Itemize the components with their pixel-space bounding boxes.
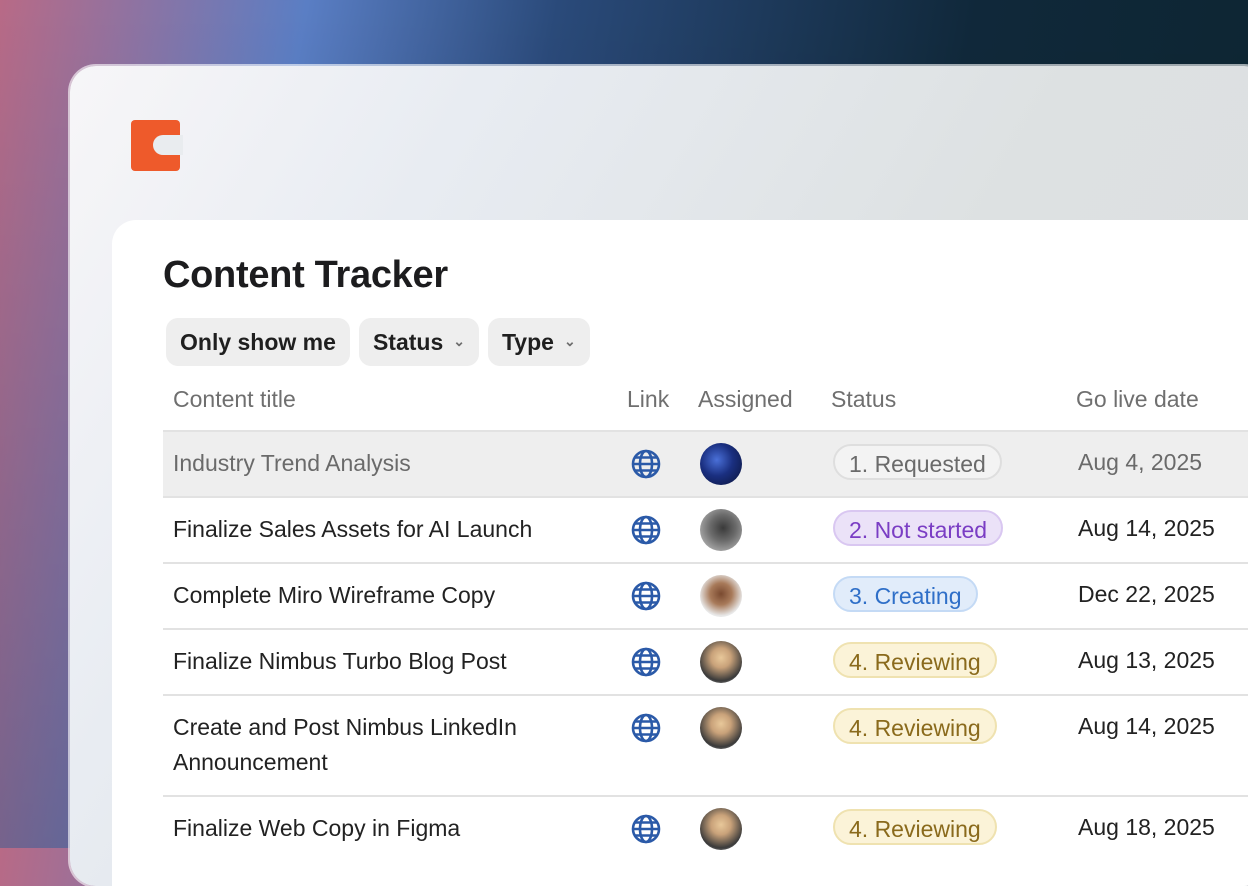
column-header-content-title[interactable]: Content title: [173, 386, 296, 413]
row-content-title[interactable]: Industry Trend Analysis: [173, 446, 593, 481]
globe-icon[interactable]: [630, 712, 662, 744]
avatar[interactable]: [700, 575, 742, 617]
coda-logo[interactable]: [131, 120, 183, 171]
row-go-live-date[interactable]: Dec 22, 2025: [1078, 581, 1215, 608]
row-content-title[interactable]: Finalize Sales Assets for AI Launch: [173, 512, 593, 547]
avatar[interactable]: [700, 707, 742, 749]
content-table: Content title Link Assigned Status Go li…: [163, 372, 1248, 861]
filter-status[interactable]: Status ⌄: [358, 318, 479, 366]
column-header-status[interactable]: Status: [831, 386, 896, 413]
filter-label: Type: [501, 328, 554, 355]
avatar[interactable]: [700, 443, 742, 485]
status-cell[interactable]: 4. Reviewing: [833, 809, 997, 845]
page-title: Content Tracker: [163, 254, 448, 296]
filter-type[interactable]: Type ⌄: [487, 318, 590, 366]
doc-panel: Content Tracker Only show me Status ⌄ Ty…: [112, 220, 1248, 886]
row-go-live-date[interactable]: Aug 13, 2025: [1078, 647, 1215, 674]
filter-bar: Only show me Status ⌄ Type ⌄: [166, 318, 590, 366]
table-row[interactable]: Complete Miro Wireframe Copy 3. Creating D…: [163, 562, 1248, 628]
filter-only-show-me[interactable]: Only show me: [166, 318, 350, 366]
column-header-link[interactable]: Link: [627, 386, 669, 413]
table-row[interactable]: Finalize Sales Assets for AI Launch 2. No…: [163, 496, 1248, 562]
chevron-down-icon: ⌄: [563, 332, 576, 349]
row-content-title[interactable]: Complete Miro Wireframe Copy: [173, 578, 593, 613]
column-header-assigned[interactable]: Assigned: [698, 386, 793, 413]
table-row[interactable]: Industry Trend Analysis 1. Requested Aug 4…: [163, 430, 1248, 496]
chevron-down-icon: ⌄: [453, 332, 465, 349]
globe-icon[interactable]: [630, 514, 662, 546]
globe-icon[interactable]: [630, 448, 662, 480]
globe-icon[interactable]: [630, 813, 662, 845]
filter-label: Status: [372, 328, 444, 355]
table-row[interactable]: Finalize Nimbus Turbo Blog Post 4. Review…: [163, 628, 1248, 694]
row-go-live-date[interactable]: Aug 14, 2025: [1078, 713, 1215, 740]
filter-label: Only show me: [180, 328, 336, 355]
status-cell[interactable]: 2. Not started: [833, 510, 1004, 546]
avatar[interactable]: [700, 641, 742, 683]
status-badge: 2. Not started: [833, 510, 1004, 546]
status-cell[interactable]: 4. Reviewing: [833, 708, 997, 744]
status-cell[interactable]: 1. Requested: [833, 444, 1002, 480]
status-cell[interactable]: 4. Reviewing: [833, 642, 997, 678]
globe-icon[interactable]: [630, 646, 662, 678]
avatar[interactable]: [700, 509, 742, 551]
row-go-live-date[interactable]: Aug 14, 2025: [1078, 515, 1215, 542]
table-row[interactable]: Create and Post Nimbus LinkedIn Announce…: [163, 694, 1248, 795]
row-go-live-date[interactable]: Aug 18, 2025: [1078, 814, 1215, 841]
row-content-title[interactable]: Finalize Web Copy in Figma: [173, 811, 593, 846]
app-window: Content Tracker Only show me Status ⌄ Ty…: [70, 66, 1248, 886]
row-go-live-date[interactable]: Aug 4, 2025: [1078, 449, 1202, 476]
table-body: Industry Trend Analysis 1. Requested Aug 4…: [163, 430, 1248, 861]
table-row[interactable]: Finalize Web Copy in Figma 4. Reviewing Au…: [163, 795, 1248, 861]
table-header: Content title Link Assigned Status Go li…: [163, 372, 1248, 430]
column-header-go-live-date[interactable]: Go live date: [1076, 386, 1199, 413]
row-content-title[interactable]: Finalize Nimbus Turbo Blog Post: [173, 644, 593, 679]
status-badge: 4. Reviewing: [833, 708, 997, 744]
row-content-title[interactable]: Create and Post Nimbus LinkedIn Announce…: [173, 710, 593, 780]
avatar[interactable]: [700, 808, 742, 850]
status-badge: 4. Reviewing: [833, 642, 997, 678]
status-badge: 4. Reviewing: [833, 809, 997, 845]
status-badge: 3. Creating: [833, 576, 978, 612]
status-cell[interactable]: 3. Creating: [833, 576, 978, 612]
globe-icon[interactable]: [630, 580, 662, 612]
status-badge: 1. Requested: [833, 444, 1002, 480]
